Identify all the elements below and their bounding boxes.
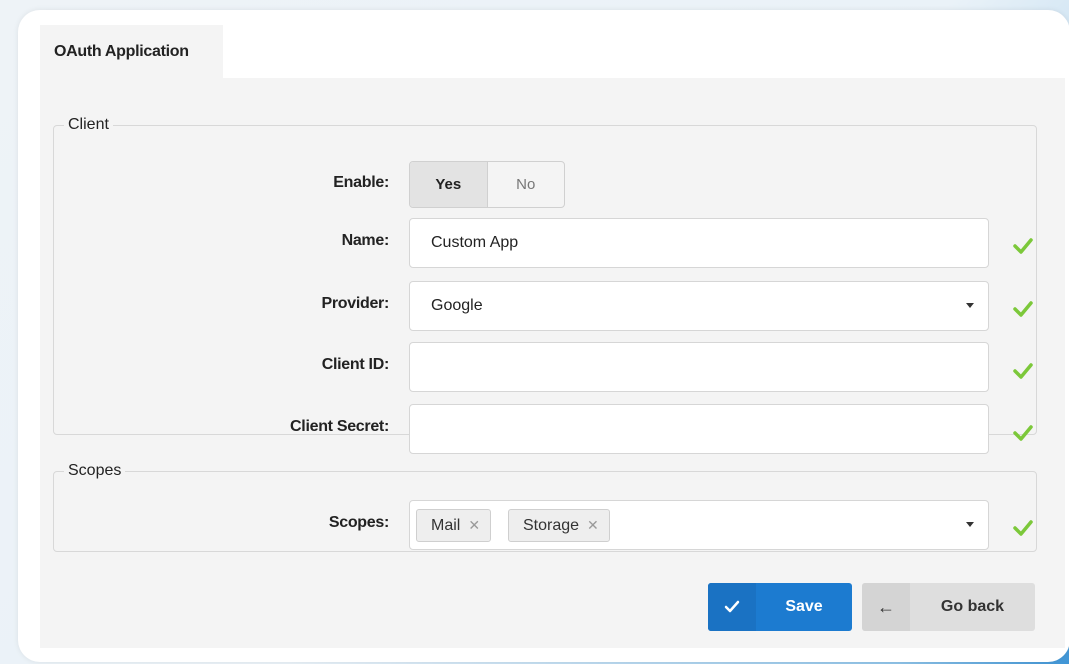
tab-oauth-application[interactable]: OAuth Application bbox=[40, 25, 223, 78]
chevron-down-icon[interactable] bbox=[966, 303, 974, 308]
checkmark-icon bbox=[708, 583, 756, 631]
client-secret-valid-check-icon bbox=[1013, 425, 1033, 441]
enable-yes-option[interactable]: Yes bbox=[410, 162, 488, 207]
enable-label: Enable: bbox=[333, 174, 389, 191]
save-button-label: Save bbox=[785, 598, 823, 615]
remove-icon[interactable]: ✕ bbox=[587, 517, 599, 534]
name-label: Name: bbox=[341, 232, 390, 249]
oauth-application-card: OAuth Application Client Enable: Yes No … bbox=[18, 10, 1069, 662]
scopes-fieldset: Scopes Scopes: Mail ✕ Storage ✕ bbox=[53, 462, 1037, 552]
provider-select[interactable]: Google bbox=[409, 281, 989, 331]
scopes-multiselect[interactable]: Mail ✕ Storage ✕ bbox=[409, 500, 989, 550]
scope-chip-label: Mail bbox=[431, 516, 461, 534]
name-field-value: Custom App bbox=[431, 234, 519, 251]
name-field[interactable]: Custom App bbox=[409, 218, 989, 268]
scope-chip-storage: Storage ✕ bbox=[508, 509, 610, 542]
scopes-valid-check-icon bbox=[1013, 520, 1033, 536]
save-button[interactable]: Save bbox=[708, 583, 852, 631]
remove-icon[interactable]: ✕ bbox=[468, 517, 480, 534]
scope-chip-label: Storage bbox=[523, 516, 580, 534]
arrow-left-icon: ← bbox=[862, 583, 910, 631]
enable-toggle: Yes No bbox=[409, 161, 565, 208]
provider-label: Provider: bbox=[321, 295, 389, 312]
provider-select-value: Google bbox=[431, 297, 483, 314]
enable-no-option[interactable]: No bbox=[488, 162, 565, 207]
chevron-down-icon[interactable] bbox=[966, 522, 974, 527]
scopes-legend: Scopes bbox=[68, 462, 122, 479]
client-id-valid-check-icon bbox=[1013, 363, 1033, 379]
go-back-button-label: Go back bbox=[940, 598, 1005, 615]
client-secret-field[interactable] bbox=[409, 404, 989, 454]
scope-chip-mail: Mail ✕ bbox=[416, 509, 492, 542]
form-panel: Client Enable: Yes No Name: Custom App P… bbox=[40, 78, 1065, 648]
scopes-label: Scopes: bbox=[328, 514, 389, 531]
client-id-label: Client ID: bbox=[321, 356, 390, 373]
client-fieldset: Client Enable: Yes No Name: Custom App P… bbox=[53, 116, 1037, 454]
client-secret-label: Client Secret: bbox=[290, 418, 389, 435]
name-valid-check-icon bbox=[1013, 238, 1033, 254]
client-legend: Client bbox=[68, 116, 109, 133]
client-id-field[interactable] bbox=[409, 342, 989, 392]
provider-valid-check-icon bbox=[1013, 301, 1033, 317]
go-back-button[interactable]: ← Go back bbox=[862, 583, 1035, 631]
